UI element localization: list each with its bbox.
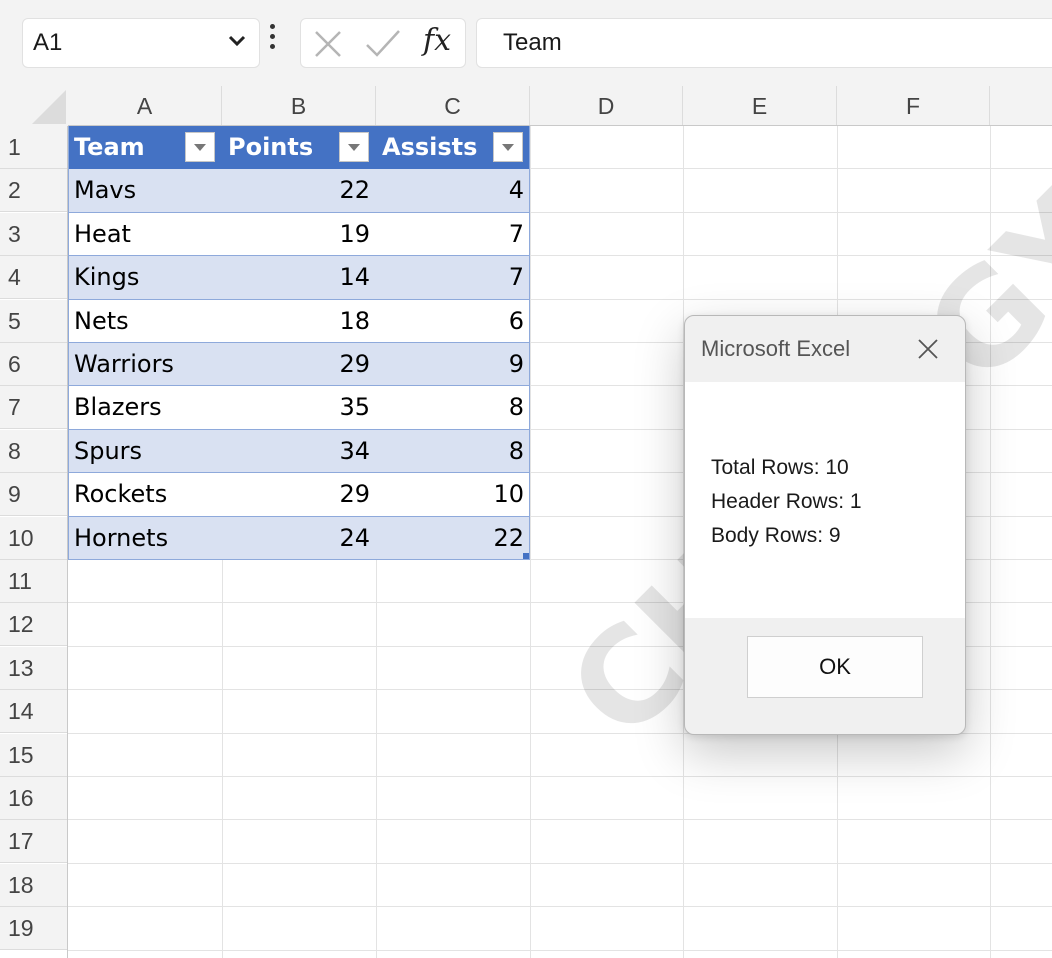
ok-button[interactable]: OK [747, 636, 923, 698]
table-cell-team[interactable]: Blazers [68, 386, 222, 430]
name-box[interactable]: A1 [22, 18, 260, 68]
table-cell-team[interactable]: Spurs [68, 429, 222, 473]
row-header-8[interactable]: 8 [0, 429, 68, 473]
row-header-15[interactable]: 15 [0, 733, 68, 777]
column-header-b[interactable]: B [222, 86, 376, 126]
chevron-down-icon[interactable] [227, 34, 247, 53]
formula-bar: A1 fx Team [0, 0, 1052, 86]
table-cell-team[interactable]: Hornets [68, 516, 222, 560]
row-header-10[interactable]: 10 [0, 516, 68, 560]
row-header-7[interactable]: 7 [0, 386, 68, 430]
row-header-13[interactable]: 13 [0, 646, 68, 690]
message-box: Microsoft Excel Total Rows: 10 Header Ro… [684, 315, 966, 735]
table-cell-assists[interactable]: 7 [376, 256, 530, 300]
grid-row-line [68, 949, 1052, 951]
column-header-a[interactable]: A [68, 86, 222, 126]
row-header-3[interactable]: 3 [0, 212, 68, 256]
checkmark-icon[interactable] [363, 27, 403, 66]
formula-buttons: fx [300, 18, 466, 68]
row-header-9[interactable]: 9 [0, 473, 68, 517]
grid-row-line [68, 776, 1052, 777]
table-side-border [529, 126, 530, 560]
table-cell-points[interactable]: 24 [222, 516, 376, 560]
grid-row-line [68, 819, 1052, 821]
grid-column-line [530, 126, 531, 958]
dialog-message-line: Header Rows: 1 [711, 490, 862, 513]
close-icon[interactable] [911, 332, 945, 366]
insert-function-icon[interactable]: fx [423, 23, 451, 58]
row-header-18[interactable]: 18 [0, 863, 68, 907]
row-header-19[interactable]: 19 [0, 907, 68, 951]
cancel-icon[interactable] [311, 27, 345, 66]
table-cell-assists[interactable]: 7 [376, 212, 530, 256]
table-cell-team[interactable]: Heat [68, 212, 222, 256]
dialog-message-line: Total Rows: 10 [711, 456, 849, 479]
table-cell-assists[interactable]: 8 [376, 386, 530, 430]
table-cell-points[interactable]: 19 [222, 212, 376, 256]
table-cell-assists[interactable]: 8 [376, 429, 530, 473]
table-cell-team[interactable]: Kings [68, 256, 222, 300]
row-header-14[interactable]: 14 [0, 690, 68, 734]
dialog-title: Microsoft Excel [701, 336, 851, 361]
table-cell-assists[interactable]: 6 [376, 299, 530, 343]
table-cell-points[interactable]: 22 [222, 169, 376, 213]
table-cell-points[interactable]: 29 [222, 343, 376, 386]
dialog-message-line: Body Rows: 9 [711, 524, 841, 547]
name-box-value: A1 [33, 29, 63, 56]
dialog-titlebar: Microsoft Excel [685, 316, 965, 382]
formula-input[interactable]: Team [476, 18, 1052, 68]
table-cell-team[interactable]: Nets [68, 299, 222, 343]
more-options-icon[interactable] [270, 24, 276, 54]
table-cell-team[interactable]: Rockets [68, 473, 222, 517]
grid-row-line [68, 906, 1052, 908]
row-header-4[interactable]: 4 [0, 256, 68, 300]
row-header-6[interactable]: 6 [0, 343, 68, 386]
row-header-2[interactable]: 2 [0, 169, 68, 213]
table-resize-handle[interactable] [523, 553, 529, 559]
table-cell-points[interactable]: 29 [222, 473, 376, 517]
table-cell-points[interactable]: 34 [222, 429, 376, 473]
table-header-label: Points [228, 133, 314, 161]
grid-row-line [68, 862, 1052, 864]
filter-dropdown-icon[interactable] [493, 132, 523, 162]
table-header-label: Team [74, 133, 145, 161]
table-cell-team[interactable]: Mavs [68, 169, 222, 213]
select-all-button[interactable] [0, 86, 68, 126]
grid-column-line [990, 126, 991, 958]
formula-value: Team [503, 29, 562, 56]
filter-dropdown-icon[interactable] [185, 132, 215, 162]
column-header-f[interactable]: F [837, 86, 990, 126]
dialog-body: Total Rows: 10 Header Rows: 1 Body Rows:… [685, 382, 965, 618]
row-header-16[interactable]: 16 [0, 777, 68, 820]
table-cell-points[interactable]: 18 [222, 299, 376, 343]
table-header-label: Assists [382, 133, 478, 161]
row-header-11[interactable]: 11 [0, 560, 68, 603]
row-header-5[interactable]: 5 [0, 299, 68, 343]
filter-dropdown-icon[interactable] [339, 132, 369, 162]
table-cell-assists[interactable]: 22 [376, 516, 530, 560]
table-cell-team[interactable]: Warriors [68, 343, 222, 386]
table-cell-points[interactable]: 35 [222, 386, 376, 430]
column-header-e[interactable]: E [683, 86, 837, 126]
table-cell-points[interactable]: 14 [222, 256, 376, 300]
row-header-1[interactable]: 1 [0, 126, 68, 169]
column-header-c[interactable]: C [376, 86, 530, 126]
table-cell-assists[interactable]: 4 [376, 169, 530, 213]
row-header-17[interactable]: 17 [0, 820, 68, 864]
column-header-d[interactable]: D [530, 86, 683, 126]
table-row-border [68, 559, 530, 560]
table-cell-assists[interactable]: 9 [376, 343, 530, 386]
table-side-border [68, 126, 69, 560]
table-cell-assists[interactable]: 10 [376, 473, 530, 517]
column-header-g[interactable] [990, 86, 1052, 126]
row-header-12[interactable]: 12 [0, 603, 68, 647]
